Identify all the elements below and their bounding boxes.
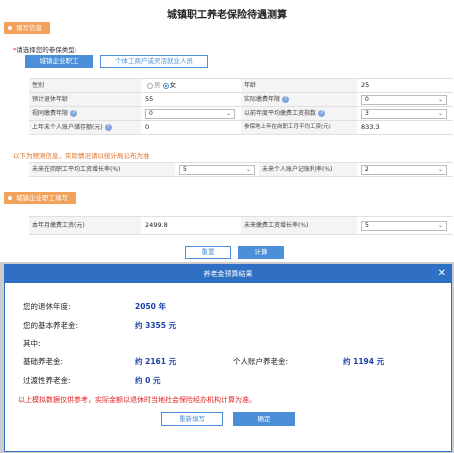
page-title: 城镇职工养老保险待遇测算 xyxy=(167,10,287,21)
account-rate-label: 未来个人账户记账利率(%) xyxy=(259,163,357,176)
basic-pension-label: 您的基本养老金: xyxy=(23,321,79,330)
help-icon[interactable]: ? xyxy=(282,96,290,103)
actual-years-label: 实际缴费年限? xyxy=(241,93,357,106)
modal-warning: 以上模拟数据仅供参考，实际金额以退休时当地社会保险经办机构计算为准。 xyxy=(18,396,256,404)
form-row: 本年月缴费工资(元) 2499.8 未来缴费工资增长率(%) 5 ⌄ xyxy=(29,217,453,235)
age-value[interactable]: 25 xyxy=(357,79,451,92)
avg-wage-value[interactable]: 833.3 xyxy=(357,121,451,134)
insurance-type-text: 请选择您的参保类型: xyxy=(16,46,77,54)
account-balance-value[interactable]: 0 xyxy=(141,121,241,134)
chevron-down-icon: ⌄ xyxy=(225,110,231,117)
avg-index-label: 以前年度平均缴费工资指数? xyxy=(241,107,357,120)
modal-title: 养老金预算结果 xyxy=(203,270,253,278)
form-row: 上年末个人账户储存额(元)? 0 参保地上年在岗职工月平均工资(元) 833.3 xyxy=(29,121,453,135)
account-rate-select[interactable]: 2 ⌄ xyxy=(361,165,447,175)
gender-female-radio[interactable] xyxy=(162,82,169,89)
type-self-employed-button[interactable]: 个体工商户或灵活就业人员 xyxy=(100,55,208,68)
account-balance-label: 上年末个人账户储存额(元)? xyxy=(29,121,141,134)
base-pension-value: 约 2161 元 xyxy=(135,357,177,366)
gender-male-radio[interactable] xyxy=(147,82,153,89)
calculate-button[interactable]: 计算 xyxy=(238,246,284,259)
insurance-type-label: *请选择您的参保类型: xyxy=(13,44,77,54)
transition-pension-value: 约 0 元 xyxy=(135,376,161,385)
base-growth-select[interactable]: 5 ⌄ xyxy=(361,221,447,231)
wage-growth-label: 未来在岗职工平均工资增长率(%) xyxy=(29,163,175,176)
result-modal: 养老金预算结果 ✕ 您的退休年度: 2050 年 您的基本养老金: 约 3355… xyxy=(4,264,452,452)
prediction-notice: 以下为预测信息，实际情况请以统计局公布为准 xyxy=(13,152,150,160)
personal-pension-label: 个人账户养老金: xyxy=(233,357,289,366)
section-enterprise-label: 城镇企业职工填写 xyxy=(4,192,76,204)
month-base-label: 本年月缴费工资(元) xyxy=(29,217,141,234)
basic-pension-value: 约 3355 元 xyxy=(135,321,177,330)
retire-year-label: 您的退休年度: xyxy=(23,302,71,311)
form-row: 性别 男 女 年龄 25 xyxy=(29,79,453,93)
gender-male-label: 男 xyxy=(154,81,161,89)
age-label: 年龄 xyxy=(241,79,357,92)
type-enterprise-button[interactable]: 城镇企业职工 xyxy=(25,55,93,68)
close-icon[interactable]: ✕ xyxy=(438,265,446,283)
form-row: 未来在岗职工平均工资增长率(%) 5 ⌄ 未来个人账户记账利率(%) 2 ⌄ xyxy=(29,163,453,177)
chevron-down-icon: ⌄ xyxy=(437,110,443,117)
form-row: 预计退休年龄 55 实际缴费年限? 0 ⌄ xyxy=(29,93,453,107)
retire-year-value: 2050 年 xyxy=(135,302,166,311)
gender-radio-group: 男 女 xyxy=(141,79,241,92)
prediction-grid: 未来在岗职工平均工资增长率(%) 5 ⌄ 未来个人账户记账利率(%) 2 ⌄ xyxy=(29,162,453,177)
help-icon[interactable]: ? xyxy=(104,124,112,131)
wage-growth-select[interactable]: 5 ⌄ xyxy=(179,165,255,175)
help-icon[interactable]: ? xyxy=(70,110,78,117)
deemed-years-label: 视同缴费年限? xyxy=(29,107,141,120)
reset-button[interactable]: 重置 xyxy=(185,246,231,259)
retire-age-label: 预计退休年龄 xyxy=(29,93,141,106)
base-growth-label: 未来缴费工资增长率(%) xyxy=(241,217,357,234)
retire-age-value[interactable]: 55 xyxy=(141,93,241,106)
modal-header: 养老金预算结果 ✕ xyxy=(5,265,451,283)
section-fill-info-label: 填写信息 xyxy=(4,22,50,34)
help-icon[interactable]: ? xyxy=(318,110,326,117)
chevron-down-icon: ⌄ xyxy=(245,166,251,173)
avg-wage-label: 参保地上年在岗职工月平均工资(元) xyxy=(241,121,357,134)
avg-index-select[interactable]: 3 ⌄ xyxy=(361,109,447,119)
personal-pension-value: 约 1194 元 xyxy=(343,357,385,366)
chevron-down-icon: ⌄ xyxy=(437,222,443,229)
confirm-button[interactable]: 确定 xyxy=(233,412,295,426)
enterprise-grid: 本年月缴费工资(元) 2499.8 未来缴费工资增长率(%) 5 ⌄ xyxy=(29,216,453,235)
chevron-down-icon: ⌄ xyxy=(437,166,443,173)
gender-female-label: 女 xyxy=(169,81,177,89)
base-pension-label: 基础养老金: xyxy=(23,357,64,366)
transition-pension-label: 过渡性养老金: xyxy=(23,376,71,385)
deemed-years-select[interactable]: 0 ⌄ xyxy=(145,109,235,119)
basic-info-grid: 性别 男 女 年龄 25 预计退休年龄 55 实际缴费年限? 0 ⌄ 视同缴费年限… xyxy=(29,78,453,135)
refill-button[interactable]: 重新填写 xyxy=(161,412,223,426)
form-row: 视同缴费年限? 0 ⌄ 以前年度平均缴费工资指数? 3 ⌄ xyxy=(29,107,453,121)
among-label: 其中: xyxy=(23,339,41,348)
month-base-value[interactable]: 2499.8 xyxy=(141,217,241,234)
gender-label: 性别 xyxy=(29,79,141,92)
chevron-down-icon: ⌄ xyxy=(437,96,443,103)
actual-years-select[interactable]: 0 ⌄ xyxy=(361,95,447,105)
